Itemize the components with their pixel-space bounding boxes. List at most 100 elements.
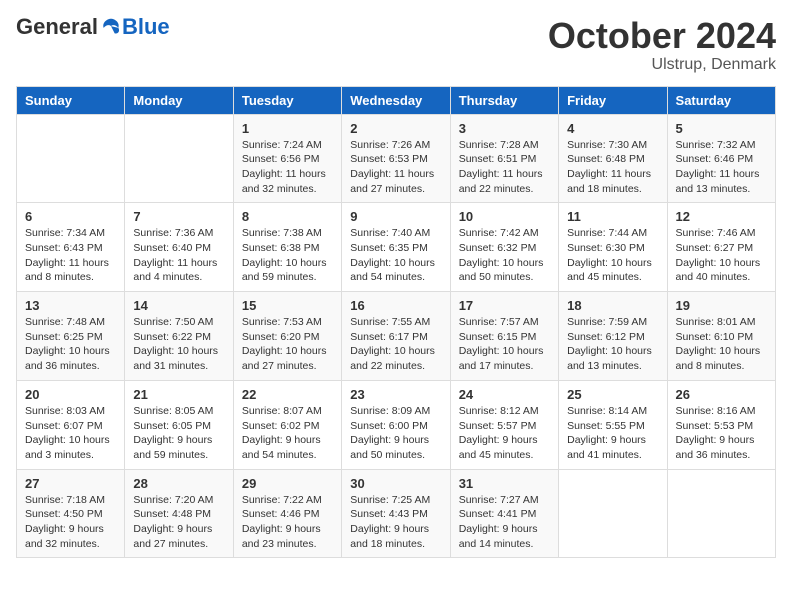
calendar-week-row: 6Sunrise: 7:34 AM Sunset: 6:43 PM Daylig…: [17, 203, 776, 292]
calendar-day-cell: 1Sunrise: 7:24 AM Sunset: 6:56 PM Daylig…: [233, 114, 341, 203]
calendar-day-cell: 19 Sunrise: 8:01 AM Sunset: 6:10 PM Dayli…: [667, 292, 775, 381]
day-number: 24: [459, 387, 550, 402]
logo: General Blue: [16, 16, 170, 38]
calendar-table: SundayMondayTuesdayWednesdayThursdayFrid…: [16, 86, 776, 559]
day-info: Sunrise: 7:59 AM Sunset: 6:12 PM Dayligh…: [567, 315, 658, 374]
logo-bird-icon: [100, 16, 122, 38]
calendar-day-cell: [125, 114, 233, 203]
day-number: 12: [676, 209, 767, 224]
day-number: 28: [133, 476, 224, 491]
calendar-day-cell: 28 Sunrise: 7:20 AM Sunset: 4:48 PM Dayli…: [125, 469, 233, 558]
day-info: Sunrise: 7:48 AM Sunset: 6:25 PM Dayligh…: [25, 315, 116, 374]
day-info: Sunrise: 7:46 AM Sunset: 6:27 PM Dayligh…: [676, 226, 767, 285]
month-title: October 2024: [548, 16, 776, 56]
calendar-day-cell: 14 Sunrise: 7:50 AM Sunset: 6:22 PM Dayli…: [125, 292, 233, 381]
calendar-day-cell: 13 Sunrise: 7:48 AM Sunset: 6:25 PM Dayli…: [17, 292, 125, 381]
calendar-day-cell: [559, 469, 667, 558]
day-info: Sunrise: 7:25 AM Sunset: 4:43 PM Dayligh…: [350, 493, 441, 552]
weekday-header-row: SundayMondayTuesdayWednesdayThursdayFrid…: [17, 86, 776, 114]
day-number: 20: [25, 387, 116, 402]
day-info: Sunrise: 7:53 AM Sunset: 6:20 PM Dayligh…: [242, 315, 333, 374]
day-number: 18: [567, 298, 658, 313]
day-info: Sunrise: 7:32 AM Sunset: 6:46 PM Dayligh…: [676, 138, 767, 197]
day-number: 3: [459, 121, 550, 136]
day-number: 17: [459, 298, 550, 313]
day-number: 29: [242, 476, 333, 491]
day-number: 19: [676, 298, 767, 313]
day-info: Sunrise: 7:28 AM Sunset: 6:51 PM Dayligh…: [459, 138, 550, 197]
calendar-day-cell: 3 Sunrise: 7:28 AM Sunset: 6:51 PM Daylig…: [450, 114, 558, 203]
day-number: 4: [567, 121, 658, 136]
title-block: October 2024 Ulstrup, Denmark: [548, 16, 776, 74]
calendar-day-cell: 22 Sunrise: 8:07 AM Sunset: 6:02 PM Dayli…: [233, 380, 341, 469]
day-info: Sunrise: 8:12 AM Sunset: 5:57 PM Dayligh…: [459, 404, 550, 463]
day-number: 6: [25, 209, 116, 224]
calendar-day-cell: 24 Sunrise: 8:12 AM Sunset: 5:57 PM Dayli…: [450, 380, 558, 469]
day-info: Sunrise: 7:36 AM Sunset: 6:40 PM Dayligh…: [133, 226, 224, 285]
weekday-header-cell: Sunday: [17, 86, 125, 114]
calendar-week-row: 1Sunrise: 7:24 AM Sunset: 6:56 PM Daylig…: [17, 114, 776, 203]
day-info: Sunrise: 7:44 AM Sunset: 6:30 PM Dayligh…: [567, 226, 658, 285]
day-info: Sunrise: 7:30 AM Sunset: 6:48 PM Dayligh…: [567, 138, 658, 197]
weekday-header-cell: Saturday: [667, 86, 775, 114]
day-number: 31: [459, 476, 550, 491]
calendar-day-cell: 12 Sunrise: 7:46 AM Sunset: 6:27 PM Dayli…: [667, 203, 775, 292]
day-info: Sunrise: 8:09 AM Sunset: 6:00 PM Dayligh…: [350, 404, 441, 463]
day-number: 30: [350, 476, 441, 491]
location-text: Ulstrup, Denmark: [548, 56, 776, 74]
calendar-day-cell: 11Sunrise: 7:44 AM Sunset: 6:30 PM Dayli…: [559, 203, 667, 292]
day-info: Sunrise: 7:50 AM Sunset: 6:22 PM Dayligh…: [133, 315, 224, 374]
day-info: Sunrise: 8:01 AM Sunset: 6:10 PM Dayligh…: [676, 315, 767, 374]
calendar-day-cell: 17 Sunrise: 7:57 AM Sunset: 6:15 PM Dayli…: [450, 292, 558, 381]
weekday-header-cell: Thursday: [450, 86, 558, 114]
calendar-day-cell: [17, 114, 125, 203]
calendar-day-cell: 31Sunrise: 7:27 AM Sunset: 4:41 PM Dayli…: [450, 469, 558, 558]
day-number: 26: [676, 387, 767, 402]
day-number: 9: [350, 209, 441, 224]
day-number: 22: [242, 387, 333, 402]
calendar-week-row: 13 Sunrise: 7:48 AM Sunset: 6:25 PM Dayli…: [17, 292, 776, 381]
calendar-day-cell: 7 Sunrise: 7:36 AM Sunset: 6:40 PM Daylig…: [125, 203, 233, 292]
day-info: Sunrise: 8:16 AM Sunset: 5:53 PM Dayligh…: [676, 404, 767, 463]
calendar-week-row: 20 Sunrise: 8:03 AM Sunset: 6:07 PM Dayli…: [17, 380, 776, 469]
day-info: Sunrise: 7:42 AM Sunset: 6:32 PM Dayligh…: [459, 226, 550, 285]
logo-general-text: General: [16, 16, 98, 38]
day-number: 13: [25, 298, 116, 313]
calendar-day-cell: 29Sunrise: 7:22 AM Sunset: 4:46 PM Dayli…: [233, 469, 341, 558]
calendar-day-cell: 10Sunrise: 7:42 AM Sunset: 6:32 PM Dayli…: [450, 203, 558, 292]
day-number: 5: [676, 121, 767, 136]
day-info: Sunrise: 7:55 AM Sunset: 6:17 PM Dayligh…: [350, 315, 441, 374]
day-number: 25: [567, 387, 658, 402]
day-info: Sunrise: 7:57 AM Sunset: 6:15 PM Dayligh…: [459, 315, 550, 374]
calendar-body: 1Sunrise: 7:24 AM Sunset: 6:56 PM Daylig…: [17, 114, 776, 558]
calendar-day-cell: 8Sunrise: 7:38 AM Sunset: 6:38 PM Daylig…: [233, 203, 341, 292]
calendar-week-row: 27Sunrise: 7:18 AM Sunset: 4:50 PM Dayli…: [17, 469, 776, 558]
day-number: 7: [133, 209, 224, 224]
calendar-day-cell: 21 Sunrise: 8:05 AM Sunset: 6:05 PM Dayli…: [125, 380, 233, 469]
day-number: 1: [242, 121, 333, 136]
day-number: 16: [350, 298, 441, 313]
day-info: Sunrise: 7:40 AM Sunset: 6:35 PM Dayligh…: [350, 226, 441, 285]
day-number: 27: [25, 476, 116, 491]
calendar-day-cell: 5 Sunrise: 7:32 AM Sunset: 6:46 PM Daylig…: [667, 114, 775, 203]
day-info: Sunrise: 8:03 AM Sunset: 6:07 PM Dayligh…: [25, 404, 116, 463]
day-number: 23: [350, 387, 441, 402]
calendar-day-cell: 27Sunrise: 7:18 AM Sunset: 4:50 PM Dayli…: [17, 469, 125, 558]
day-info: Sunrise: 8:05 AM Sunset: 6:05 PM Dayligh…: [133, 404, 224, 463]
weekday-header-cell: Friday: [559, 86, 667, 114]
day-number: 15: [242, 298, 333, 313]
weekday-header-cell: Tuesday: [233, 86, 341, 114]
day-number: 21: [133, 387, 224, 402]
day-info: Sunrise: 7:20 AM Sunset: 4:48 PM Dayligh…: [133, 493, 224, 552]
calendar-day-cell: 20 Sunrise: 8:03 AM Sunset: 6:07 PM Dayli…: [17, 380, 125, 469]
calendar-day-cell: 2Sunrise: 7:26 AM Sunset: 6:53 PM Daylig…: [342, 114, 450, 203]
calendar-day-cell: 18 Sunrise: 7:59 AM Sunset: 6:12 PM Dayli…: [559, 292, 667, 381]
calendar-day-cell: [667, 469, 775, 558]
weekday-header-cell: Wednesday: [342, 86, 450, 114]
day-info: Sunrise: 8:14 AM Sunset: 5:55 PM Dayligh…: [567, 404, 658, 463]
day-number: 14: [133, 298, 224, 313]
logo-blue-text: Blue: [122, 16, 170, 38]
day-info: Sunrise: 8:07 AM Sunset: 6:02 PM Dayligh…: [242, 404, 333, 463]
day-info: Sunrise: 7:26 AM Sunset: 6:53 PM Dayligh…: [350, 138, 441, 197]
day-number: 8: [242, 209, 333, 224]
